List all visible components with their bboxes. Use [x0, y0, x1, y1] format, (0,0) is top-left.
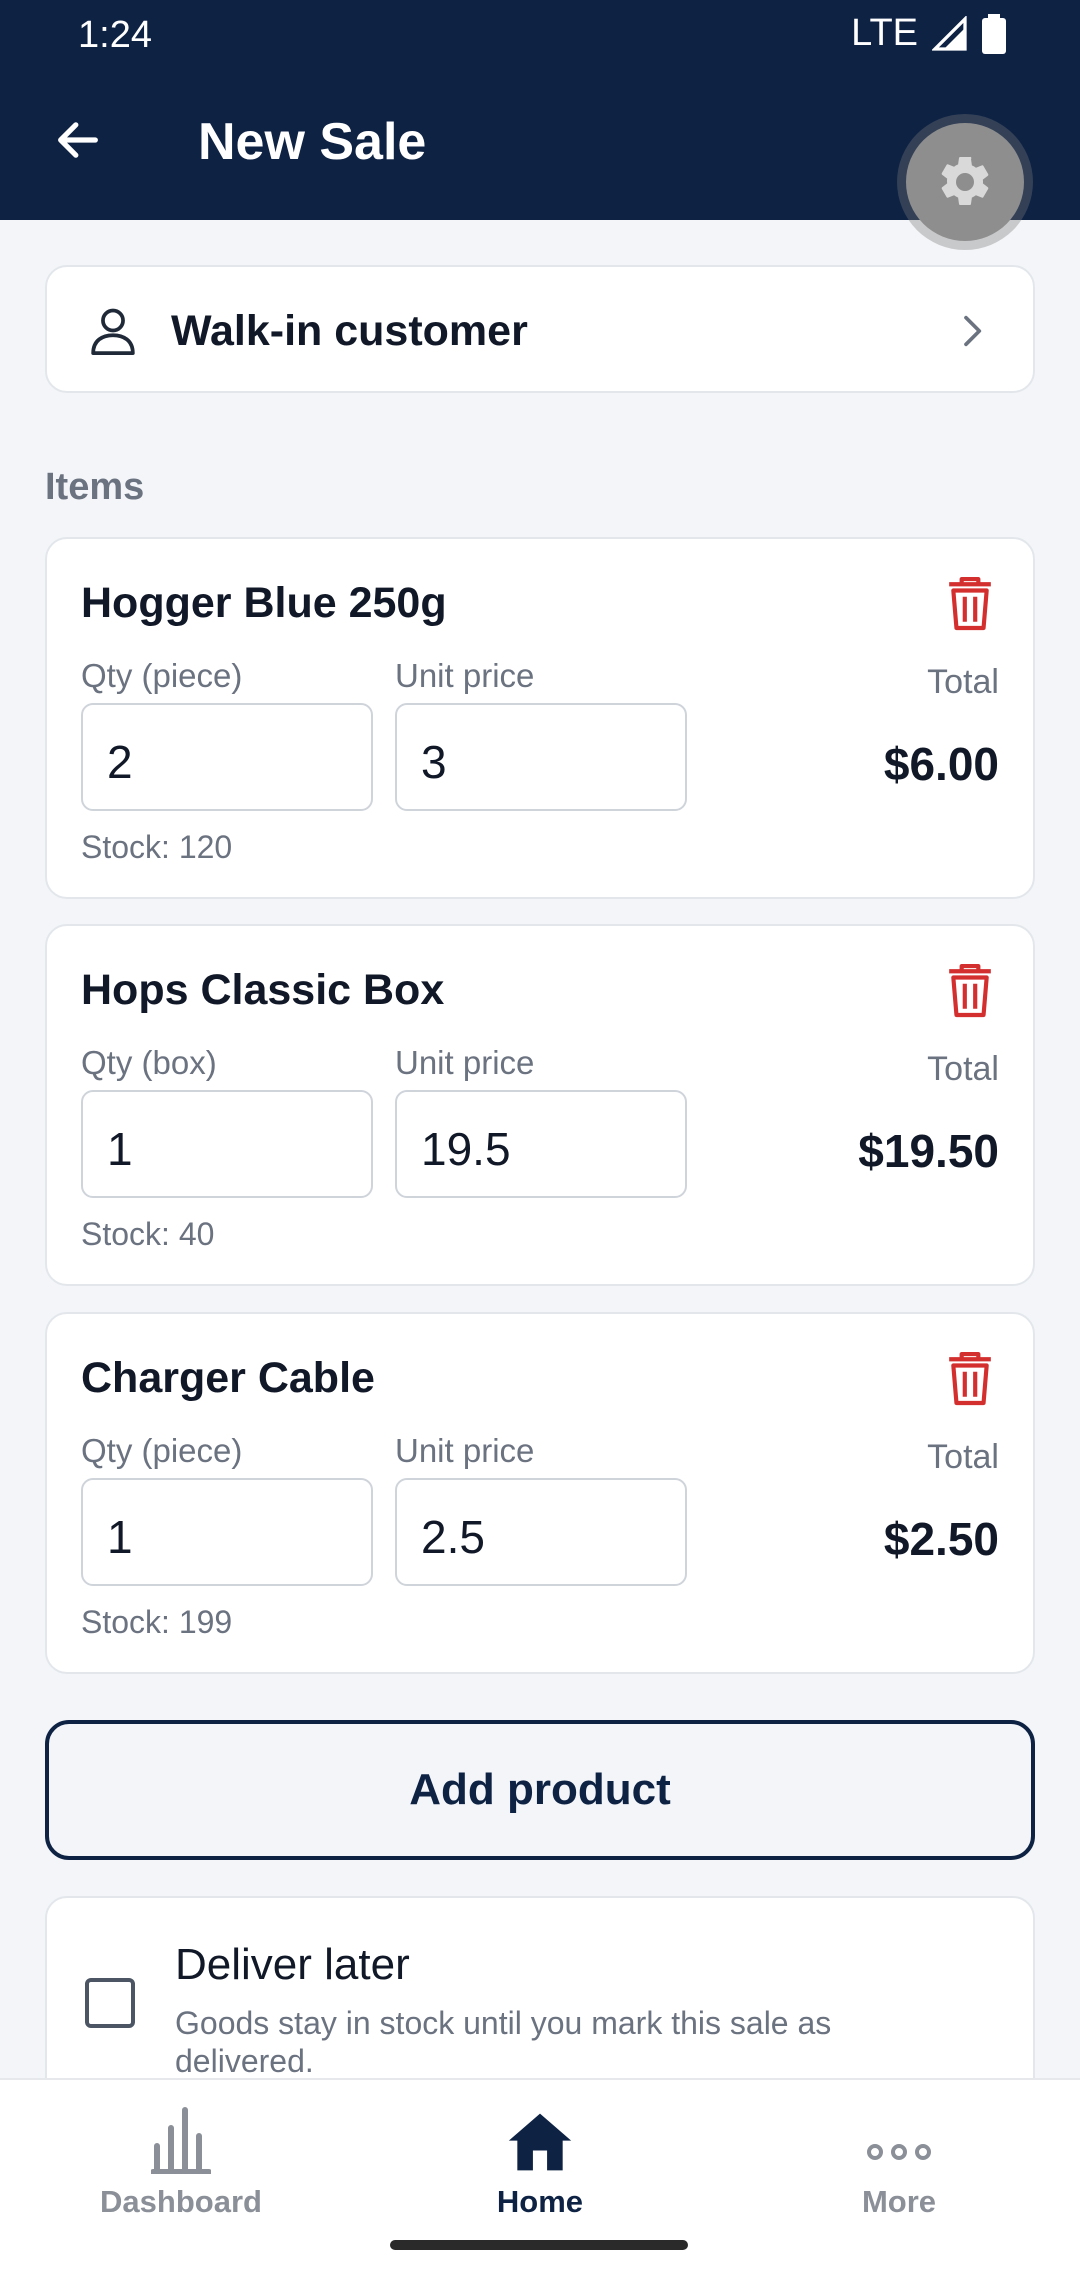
customer-label: Walk-in customer — [171, 307, 528, 355]
nav-item-dashboard[interactable]: Dashboard — [31, 2096, 331, 2220]
unit-price-label: Unit price — [395, 1432, 535, 1469]
settings-button[interactable] — [897, 114, 1033, 250]
unit-price-input[interactable]: 19.5 — [395, 1090, 687, 1198]
trash-icon[interactable] — [945, 575, 995, 631]
item-total: $2.50 — [883, 1513, 999, 1565]
page-title: New Sale — [198, 113, 427, 171]
item-total: $6.00 — [883, 738, 999, 790]
chevron-right-icon — [964, 315, 982, 347]
deliver-later-checkbox[interactable] — [85, 1978, 135, 2028]
status-time: 1:24 — [78, 14, 152, 56]
unit-price-input[interactable]: 3 — [395, 703, 687, 811]
signal-icon — [932, 15, 967, 51]
home-icon — [508, 2113, 572, 2171]
settings-button-surface — [906, 123, 1024, 241]
sale-item-card: Hogger Blue 250g Qty (piece) 2 Unit pric… — [45, 537, 1035, 899]
customer-selector[interactable]: Walk-in customer — [45, 265, 1035, 393]
stock-label: Stock: 120 — [81, 829, 233, 865]
new-sale-screen: 1:24 LTE New Sale Walk-in customer Items… — [0, 0, 1080, 2280]
add-product-button[interactable]: Add product — [45, 1720, 1035, 1860]
nav-item-home[interactable]: Home — [390, 2096, 690, 2220]
item-name: Charger Cable — [81, 1354, 375, 1402]
total-label: Total — [927, 663, 999, 701]
trash-icon[interactable] — [945, 1350, 995, 1406]
qty-input[interactable]: 2 — [81, 703, 373, 811]
qty-label: Qty (piece) — [81, 657, 243, 694]
qty-input[interactable]: 1 — [81, 1090, 373, 1198]
back-button[interactable] — [50, 112, 106, 168]
nav-label-home: Home — [496, 2184, 584, 2219]
network-type: LTE — [851, 12, 918, 54]
unit-price-input[interactable]: 2.5 — [395, 1478, 687, 1586]
arrow-left-icon — [58, 122, 98, 158]
items-section-label: Items — [45, 466, 145, 508]
status-icons: LTE — [851, 12, 1006, 55]
unit-price-label: Unit price — [395, 657, 535, 694]
stock-label: Stock: 40 — [81, 1216, 215, 1252]
nav-label-more: More — [861, 2184, 937, 2219]
nav-label-dashboard: Dashboard — [100, 2184, 262, 2219]
sale-item-card: Hops Classic Box Qty (box) 1 Unit price … — [45, 924, 1035, 1286]
unit-price-label: Unit price — [395, 1044, 535, 1081]
qty-label: Qty (piece) — [81, 1432, 243, 1469]
nav-item-more[interactable]: More — [749, 2096, 1049, 2220]
deliver-later-title: Deliver later — [175, 1940, 410, 1989]
battery-icon — [982, 13, 1006, 54]
person-icon — [91, 308, 135, 356]
item-total: $19.50 — [858, 1125, 999, 1177]
trash-icon[interactable] — [945, 962, 995, 1018]
stock-label: Stock: 199 — [81, 1604, 233, 1640]
total-label: Total — [927, 1050, 999, 1088]
more-horizontal-icon — [867, 2144, 931, 2160]
item-name: Hops Classic Box — [81, 966, 445, 1014]
qty-input[interactable]: 1 — [81, 1478, 373, 1586]
qty-label: Qty (box) — [81, 1044, 217, 1081]
total-label: Total — [927, 1438, 999, 1476]
bar-chart-icon — [151, 2107, 211, 2174]
gear-icon — [941, 156, 989, 205]
item-name: Hogger Blue 250g — [81, 579, 447, 627]
sale-item-card: Charger Cable Qty (piece) 1 Unit price 2… — [45, 1312, 1035, 1674]
home-indicator[interactable] — [390, 2240, 688, 2250]
deliver-later-description: Goods stay in stock until you mark this … — [175, 2005, 832, 2079]
